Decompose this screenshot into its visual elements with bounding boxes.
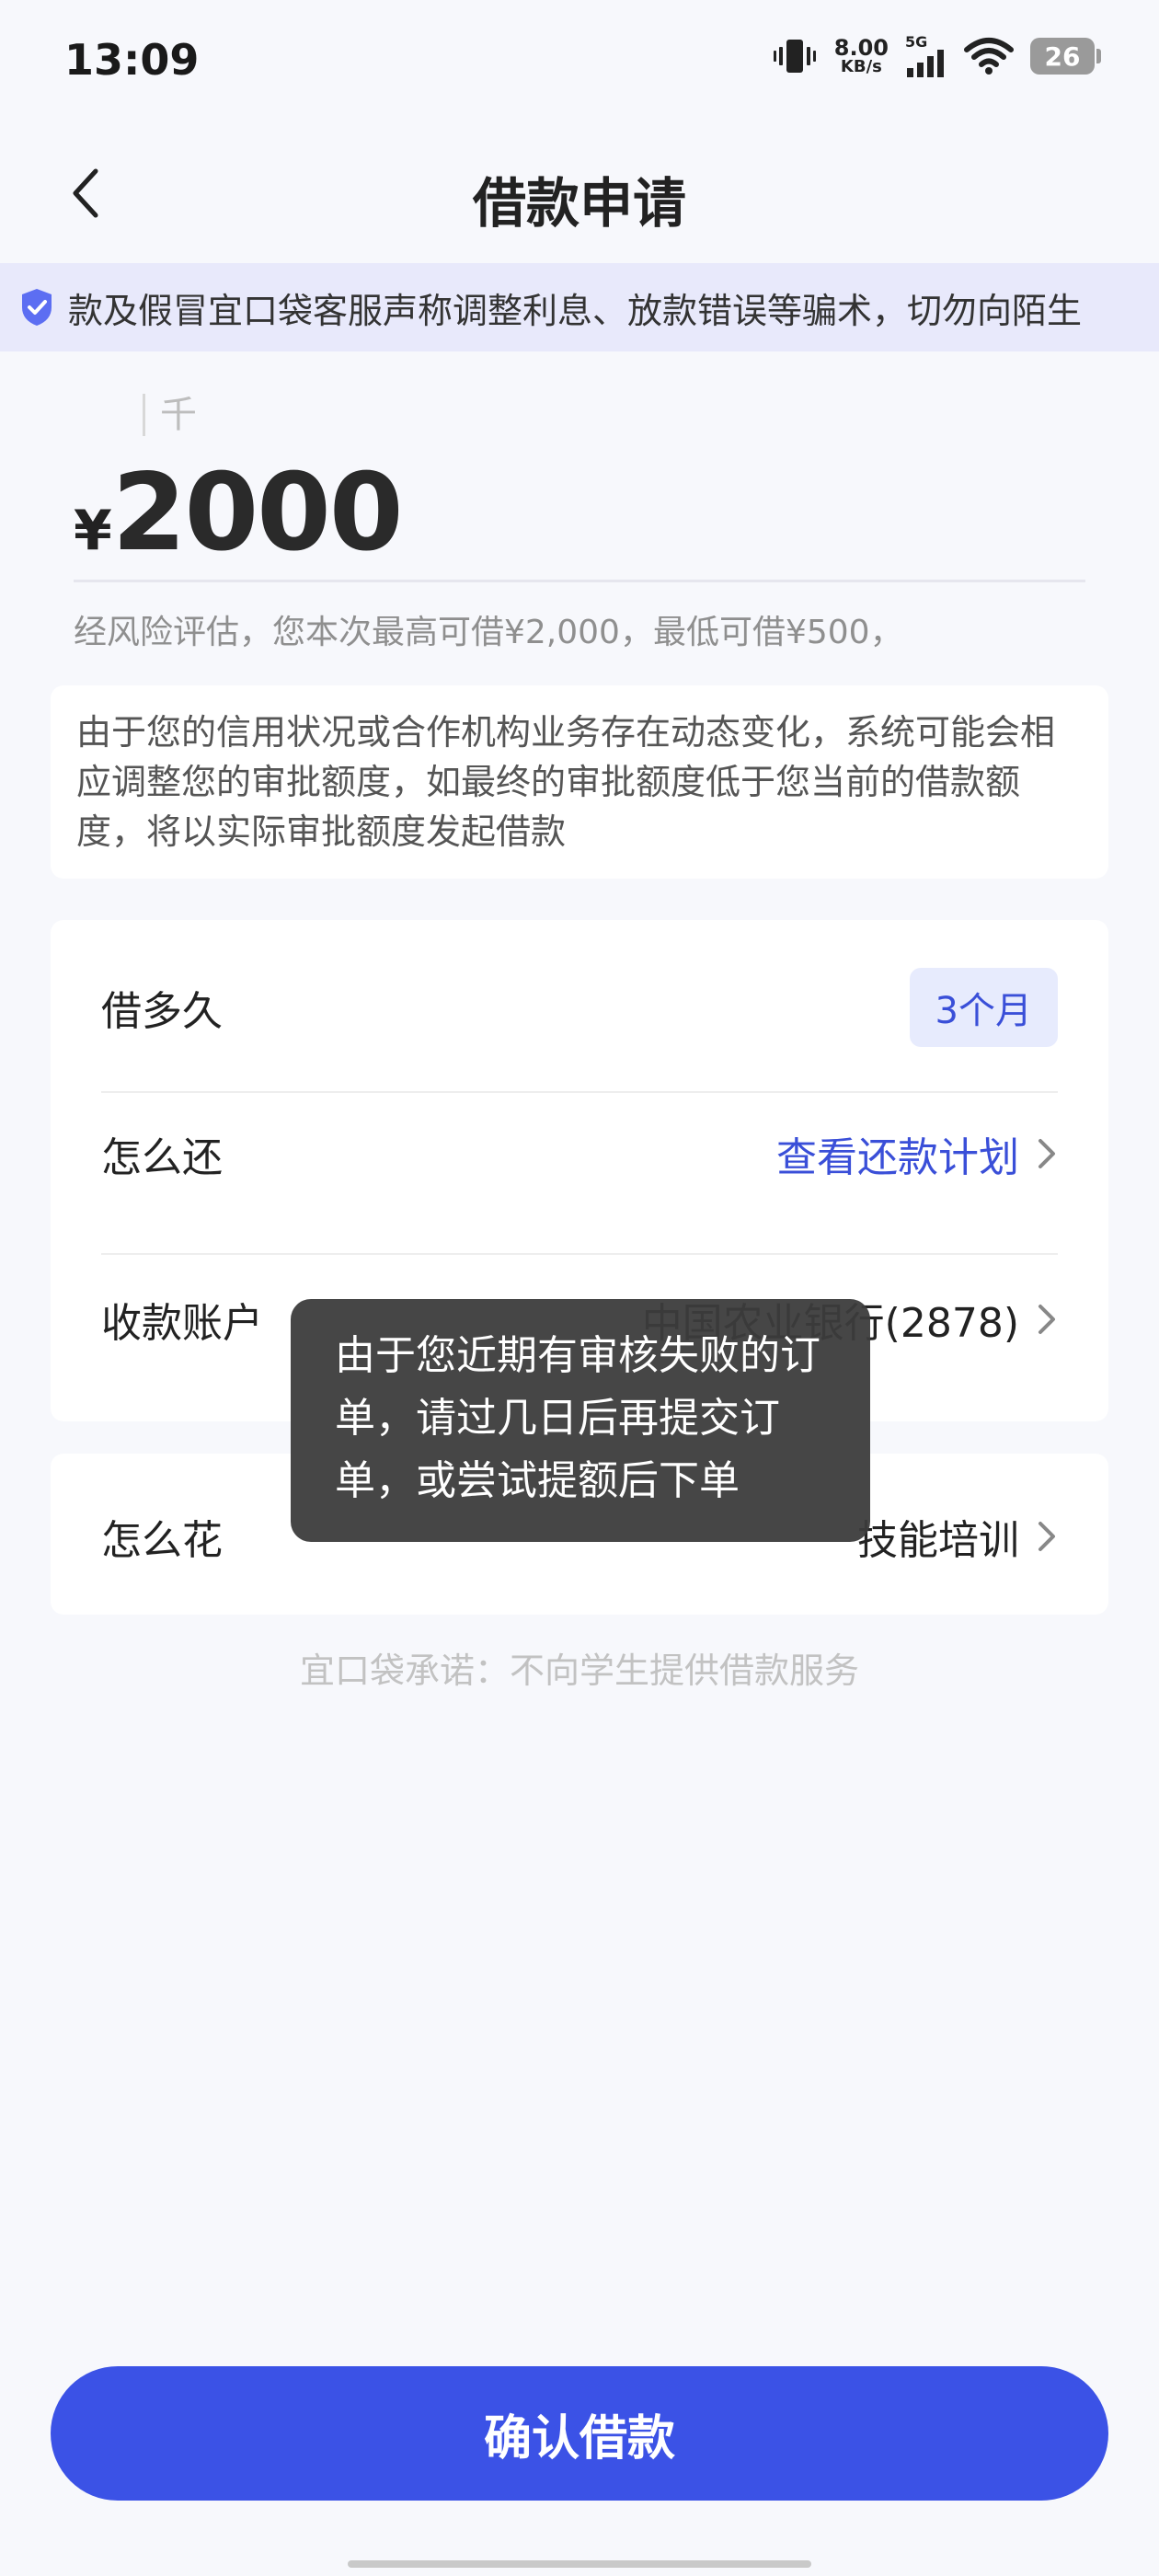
limit-note: 经风险评估，您本次最高可借¥2,000，最低可借¥500， [74,614,903,651]
status-icons: 8.00 KB/s 5G 26 [772,35,1101,77]
term-label: 借多久 [101,988,223,1035]
term-row[interactable]: 借多久 3个月 [101,968,1058,1047]
net-speed-value: 8.00 [833,35,889,61]
row-divider [101,1253,1058,1255]
chevron-right-icon [1039,1522,1055,1551]
credit-notice-card: 由于您的信用状况或合作机构业务存在动态变化，系统可能会相应调整您的审批额度，如最… [51,685,1108,879]
wifi-icon [964,38,1014,75]
status-bar: 13:09 8.00 KB/s 5G 26 [0,0,1159,120]
nav-bar: 借款申请 [0,138,1159,248]
battery-icon: 26 [1030,38,1101,75]
chevron-right-icon [1039,1139,1055,1168]
repay-row[interactable]: 怎么还 查看还款计划 [101,1124,1058,1183]
cellular-signal: 5G [905,35,947,77]
screen: 13:09 8.00 KB/s 5G 26 借款申请 款及假冒宜口袋客服声称调整… [0,0,1159,2576]
repay-plan-link[interactable]: 查看还款计划 [776,1124,1058,1183]
shield-check-icon [22,289,52,326]
term-badge[interactable]: 3个月 [909,968,1058,1047]
net-speed-unit: KB/s [840,57,882,76]
signal-bars-icon [907,50,944,77]
purpose-value: 技能培训 [857,1517,1019,1564]
account-label: 收款账户 [101,1300,263,1347]
amount-divider [74,580,1085,582]
home-indicator[interactable] [348,2560,811,2568]
network-type: 5G [905,33,928,51]
credit-notice-text: 由于您的信用状况或合作机构业务存在动态变化，系统可能会相应调整您的审批额度，如最… [76,712,1056,852]
vibrate-icon [773,40,816,73]
currency-symbol: ¥ [74,499,112,563]
amount-input[interactable]: ¥ 2000 [74,451,404,575]
chevron-right-icon [1039,1305,1055,1334]
notice-banner[interactable]: 款及假冒宜口袋客服声称调整利息、放款错误等骗术，切勿向陌生 [0,263,1159,351]
confirm-loan-button[interactable]: 确认借款 [51,2366,1108,2501]
net-speed: 8.00 KB/s [834,37,889,75]
status-time: 13:09 [64,35,200,85]
notice-text: 款及假冒宜口袋客服声称调整利息、放款错误等骗术，切勿向陌生 [68,290,1083,331]
amount-unit-hint: 千 [143,394,197,436]
repay-plan-link-text[interactable]: 查看还款计划 [776,1124,1019,1183]
repay-label: 怎么还 [101,1134,223,1181]
purpose-label: 怎么花 [101,1517,223,1564]
toast-message: 由于您近期有审核失败的订单，请过几日后再提交订单，或尝试提额后下单 [291,1299,870,1542]
amount-value[interactable]: 2000 [112,451,404,575]
promise-text: 宜口袋承诺：不向学生提供借款服务 [299,1650,859,1691]
page-title: 借款申请 [472,172,686,235]
row-divider [101,1091,1058,1093]
purpose-selector[interactable]: 技能培训 [857,1507,1058,1566]
